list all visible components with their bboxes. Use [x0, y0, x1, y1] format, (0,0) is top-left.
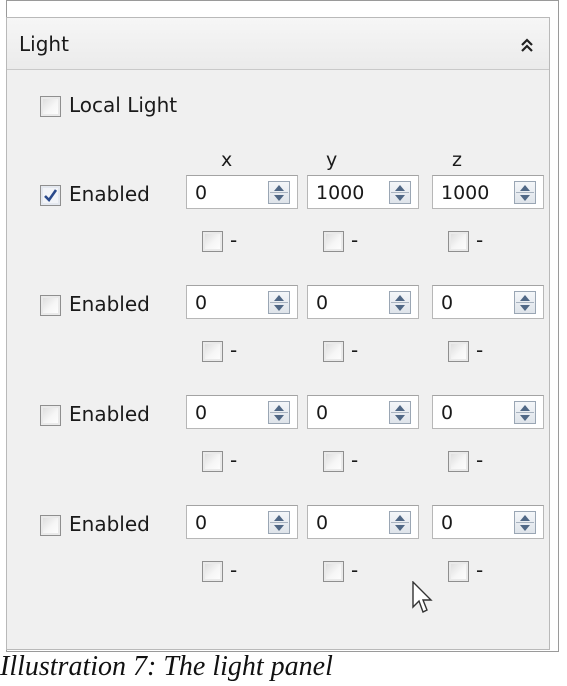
enabled-label: Enabled: [69, 402, 150, 426]
spinbox-value[interactable]: 0: [441, 402, 453, 424]
negate-checkbox-y[interactable]: [323, 231, 344, 252]
enabled-checkbox[interactable]: [40, 515, 61, 536]
spin-arrows-icon[interactable]: [268, 291, 290, 314]
panel-header[interactable]: Light: [7, 18, 549, 70]
spin-arrows-icon[interactable]: [389, 401, 411, 424]
local-light-label: Local Light: [69, 93, 178, 117]
coordinate-spinbox-z[interactable]: 0: [432, 395, 544, 429]
negate-checkbox-x[interactable]: [202, 451, 223, 472]
negate-checkbox-y[interactable]: [323, 561, 344, 582]
negate-label: -: [476, 448, 484, 472]
spinbox-value[interactable]: 0: [316, 512, 328, 534]
negate-label: -: [230, 338, 238, 362]
coordinate-spinbox-z[interactable]: 1000: [432, 175, 544, 209]
enabled-label: Enabled: [69, 182, 150, 206]
coordinate-spinbox-y[interactable]: 0: [307, 285, 419, 319]
coordinate-spinbox-x[interactable]: 0: [186, 395, 298, 429]
negate-checkbox-z[interactable]: [448, 341, 469, 362]
negate-checkbox-y[interactable]: [323, 451, 344, 472]
spin-arrows-icon[interactable]: [514, 291, 536, 314]
negate-label: -: [476, 228, 484, 252]
coordinate-spinbox-z[interactable]: 0: [432, 505, 544, 539]
negate-checkbox-x[interactable]: [202, 231, 223, 252]
enabled-checkbox[interactable]: [40, 185, 61, 206]
enabled-label: Enabled: [69, 292, 150, 316]
spinbox-value[interactable]: 0: [441, 512, 453, 534]
negate-checkbox-z[interactable]: [448, 561, 469, 582]
light-panel: Light Local Light x y z Enabled 0 - 1000 - 10…: [6, 17, 550, 650]
spin-arrows-icon[interactable]: [268, 511, 290, 534]
negate-label: -: [351, 448, 359, 472]
double-chevron-up-icon[interactable]: [519, 37, 535, 53]
spin-arrows-icon[interactable]: [389, 511, 411, 534]
negate-checkbox-z[interactable]: [448, 231, 469, 252]
negate-label: -: [476, 338, 484, 362]
enabled-checkbox[interactable]: [40, 295, 61, 316]
mouse-cursor-icon: [412, 581, 433, 613]
negate-label: -: [351, 558, 359, 582]
negate-label: -: [230, 558, 238, 582]
coordinate-spinbox-y[interactable]: 0: [307, 395, 419, 429]
axis-label-y: y: [326, 149, 338, 171]
coordinate-spinbox-y[interactable]: 0: [307, 505, 419, 539]
spin-arrows-icon[interactable]: [389, 181, 411, 204]
spin-arrows-icon[interactable]: [514, 181, 536, 204]
negate-checkbox-x[interactable]: [202, 341, 223, 362]
coordinate-spinbox-x[interactable]: 0: [186, 285, 298, 319]
spin-arrows-icon[interactable]: [268, 401, 290, 424]
coordinate-spinbox-x[interactable]: 0: [186, 505, 298, 539]
spin-arrows-icon[interactable]: [514, 401, 536, 424]
negate-label: -: [230, 228, 238, 252]
coordinate-spinbox-x[interactable]: 0: [186, 175, 298, 209]
spinbox-value[interactable]: 0: [441, 292, 453, 314]
spinbox-value[interactable]: 0: [195, 402, 207, 424]
axis-label-x: x: [221, 149, 233, 171]
coordinate-spinbox-y[interactable]: 1000: [307, 175, 419, 209]
negate-checkbox-y[interactable]: [323, 341, 344, 362]
spinbox-value[interactable]: 0: [195, 292, 207, 314]
negate-label: -: [351, 338, 359, 362]
negate-label: -: [351, 228, 359, 252]
spinbox-value[interactable]: 0: [195, 182, 207, 204]
panel-title: Light: [19, 32, 69, 56]
local-light-checkbox[interactable]: [40, 96, 61, 117]
spinbox-value[interactable]: 1000: [316, 182, 364, 204]
negate-label: -: [230, 448, 238, 472]
negate-label: -: [476, 558, 484, 582]
spinbox-value[interactable]: 0: [195, 512, 207, 534]
spin-arrows-icon[interactable]: [268, 181, 290, 204]
axis-label-z: z: [452, 149, 462, 171]
spin-arrows-icon[interactable]: [514, 511, 536, 534]
spin-arrows-icon[interactable]: [389, 291, 411, 314]
coordinate-spinbox-z[interactable]: 0: [432, 285, 544, 319]
negate-checkbox-z[interactable]: [448, 451, 469, 472]
spinbox-value[interactable]: 0: [316, 402, 328, 424]
checkmark-icon: [44, 189, 58, 203]
spinbox-value[interactable]: 0: [316, 292, 328, 314]
spinbox-value[interactable]: 1000: [441, 182, 489, 204]
figure-caption: Illustration 7: The light panel: [0, 651, 333, 682]
enabled-checkbox[interactable]: [40, 405, 61, 426]
negate-checkbox-x[interactable]: [202, 561, 223, 582]
enabled-label: Enabled: [69, 512, 150, 536]
